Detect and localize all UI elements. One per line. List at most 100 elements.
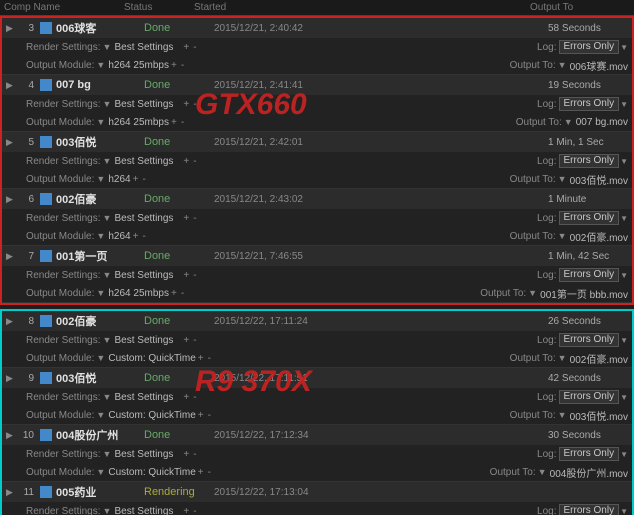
duration-7: 1 Min, 42 Sec <box>548 251 628 262</box>
item-row-4[interactable]: ▶ 4 007 bg Done 2015/12/21, 2:41:41 19 S… <box>2 75 632 95</box>
render-item-11: ▶ 11 005药业 Rendering 2015/12/22, 17:13:0… <box>2 482 632 515</box>
status-7: Done <box>144 250 214 262</box>
comp-name-7: 001第一页 <box>56 248 136 264</box>
settings-row-6b: Output Module: ▼ h264 + - Output To: ▼ 0… <box>2 227 632 245</box>
settings-row-3b: Output Module: ▼ h264 25mbps + - Output … <box>2 56 632 74</box>
om-value-4[interactable]: h264 25mbps <box>108 117 169 128</box>
status-10: Done <box>144 429 214 441</box>
settings-row-6a: Render Settings: ▼ Best Settings + - Log… <box>2 209 632 227</box>
timestamp-6: 2015/12/21, 2:43:02 <box>214 194 334 205</box>
duration-4: 19 Seconds <box>548 80 628 91</box>
log-value-11[interactable]: Errors Only <box>559 504 620 515</box>
settings-row-4a: Render Settings: ▼ Best Settings + - Log… <box>2 95 632 113</box>
item-row-10[interactable]: ▶ 10 004股份广州 Done 2015/12/22, 17:12:34 3… <box>2 425 632 445</box>
comp-name-11: 005药业 <box>56 484 136 500</box>
status-3: Done <box>144 22 214 34</box>
comp-name-3: 006球客 <box>56 20 136 36</box>
status-4: Done <box>144 79 214 91</box>
render-queue: Comp Name Status Started Output To ▶ 3 0… <box>0 0 634 515</box>
ot-value-4[interactable]: 007 bg.mov <box>576 117 628 128</box>
log-value-10[interactable]: Errors Only <box>559 447 620 461</box>
status-11: Rendering <box>144 486 214 498</box>
om-label-3: Output Module: <box>26 60 94 71</box>
col-output: Output To <box>530 2 630 13</box>
comp-name-10: 004股份广州 <box>56 427 136 443</box>
log-label-3: Log: <box>537 42 556 53</box>
item-row-6[interactable]: ▶ 6 002佰豪 Done 2015/12/21, 2:43:02 1 Min… <box>2 189 632 209</box>
log-value-6[interactable]: Errors Only <box>559 211 620 225</box>
item-row-5[interactable]: ▶ 5 003佰悦 Done 2015/12/21, 2:42:01 1 Min… <box>2 132 632 152</box>
ot-label-3: Output To: <box>510 60 556 71</box>
om-value-3[interactable]: h264 25mbps <box>108 60 169 71</box>
comp-name-6: 002佰豪 <box>56 191 136 207</box>
timestamp-7: 2015/12/21, 7:46:55 <box>214 251 334 262</box>
settings-row-5a: Render Settings: ▼ Best Settings + - Log… <box>2 152 632 170</box>
log-value-5[interactable]: Errors Only <box>559 154 620 168</box>
status-8: Done <box>144 315 214 327</box>
comp-name-5: 003佰悦 <box>56 134 136 150</box>
toggle-arrow-4[interactable]: ▶ <box>6 80 16 91</box>
render-item-3: ▶ 3 006球客 Done 2015/12/21, 2:40:42 58 Se… <box>2 18 632 75</box>
render-item-7: ▶ 7 001第一页 Done 2015/12/21, 7:46:55 1 Mi… <box>2 246 632 303</box>
settings-row-11a: Render Settings: ▼ Best Settings + - Log… <box>2 502 632 515</box>
log-value-7[interactable]: Errors Only <box>559 268 620 282</box>
duration-9: 42 Seconds <box>548 373 628 384</box>
settings-row-4b: Output Module: ▼ h264 25mbps + - Output … <box>2 113 632 131</box>
timestamp-10: 2015/12/22, 17:12:34 <box>214 430 334 441</box>
comp-name-8: 002佰豪 <box>56 313 136 329</box>
rs-value-3[interactable]: Best Settings <box>115 42 174 53</box>
color-box-4 <box>40 79 52 91</box>
om-arrow-3[interactable]: ▼ <box>96 60 106 70</box>
comp-name-4: 007 bg <box>56 79 136 91</box>
toggle-arrow-3[interactable]: ▶ <box>6 23 16 34</box>
timestamp-4: 2015/12/21, 2:41:41 <box>214 80 334 91</box>
render-item-10: ▶ 10 004股份广州 Done 2015/12/22, 17:12:34 3… <box>2 425 632 482</box>
settings-row-10b: Output Module: ▼ Custom: QuickTime + - O… <box>2 463 632 481</box>
settings-row-3a: Render Settings: ▼ Best Settings + - Log… <box>2 38 632 56</box>
timestamp-9: 2015/12/22, 17:11:51 <box>214 373 334 384</box>
duration-10: 30 Seconds <box>548 430 628 441</box>
rs-arrow-3[interactable]: ▼ <box>103 42 113 52</box>
status-5: Done <box>144 136 214 148</box>
render-item-5: ▶ 5 003佰悦 Done 2015/12/21, 2:42:01 1 Min… <box>2 132 632 189</box>
render-item-6: ▶ 6 002佰豪 Done 2015/12/21, 2:43:02 1 Min… <box>2 189 632 246</box>
settings-row-10a: Render Settings: ▼ Best Settings + - Log… <box>2 445 632 463</box>
item-row-7[interactable]: ▶ 7 001第一页 Done 2015/12/21, 7:46:55 1 Mi… <box>2 246 632 266</box>
row-num-3: 3 <box>18 23 34 34</box>
settings-row-8a: Render Settings: ▼ Best Settings + - Log… <box>2 331 632 349</box>
log-value-8[interactable]: Errors Only <box>559 333 620 347</box>
log-value-3[interactable]: Errors Only <box>559 40 620 54</box>
col-comp: Comp Name <box>4 2 124 13</box>
column-headers: Comp Name Status Started Output To <box>0 0 634 16</box>
log-value-9[interactable]: Errors Only <box>559 390 620 404</box>
r9-section: ▶ 8 002佰豪 Done 2015/12/22, 17:11:24 26 S… <box>0 309 634 515</box>
render-item-8: ▶ 8 002佰豪 Done 2015/12/22, 17:11:24 26 S… <box>2 311 632 368</box>
settings-row-9b: Output Module: ▼ Custom: QuickTime + - O… <box>2 406 632 424</box>
timestamp-8: 2015/12/22, 17:11:24 <box>214 316 334 327</box>
item-row-9[interactable]: ▶ 9 003佰悦 Done 2015/12/22, 17:11:51 42 S… <box>2 368 632 388</box>
col-status: Status <box>124 2 194 13</box>
timestamp-5: 2015/12/21, 2:42:01 <box>214 137 334 148</box>
status-9: Done <box>144 372 214 384</box>
log-value-4[interactable]: Errors Only <box>559 97 620 111</box>
comp-name-9: 003佰悦 <box>56 370 136 386</box>
settings-row-7a: Render Settings: ▼ Best Settings + - Log… <box>2 266 632 284</box>
item-row-3[interactable]: ▶ 3 006球客 Done 2015/12/21, 2:40:42 58 Se… <box>2 18 632 38</box>
gtx-section: ▶ 3 006球客 Done 2015/12/21, 2:40:42 58 Se… <box>0 16 634 305</box>
duration-5: 1 Min, 1 Sec <box>548 137 628 148</box>
render-item-4: ▶ 4 007 bg Done 2015/12/21, 2:41:41 19 S… <box>2 75 632 132</box>
render-item-9: ▶ 9 003佰悦 Done 2015/12/22, 17:11:51 42 S… <box>2 368 632 425</box>
item-row-11[interactable]: ▶ 11 005药业 Rendering 2015/12/22, 17:13:0… <box>2 482 632 502</box>
duration-8: 26 Seconds <box>548 316 628 327</box>
settings-row-9a: Render Settings: ▼ Best Settings + - Log… <box>2 388 632 406</box>
settings-row-5b: Output Module: ▼ h264 + - Output To: ▼ 0… <box>2 170 632 188</box>
rs-value-4[interactable]: Best Settings <box>115 99 174 110</box>
rs-label-3: Render Settings: <box>26 42 101 53</box>
status-6: Done <box>144 193 214 205</box>
col-started: Started <box>194 2 314 13</box>
row-num-4: 4 <box>18 80 34 91</box>
duration-6: 1 Minute <box>548 194 628 205</box>
ot-value-3[interactable]: 006球赛.mov <box>570 58 628 73</box>
timestamp-3: 2015/12/21, 2:40:42 <box>214 23 334 34</box>
item-row-8[interactable]: ▶ 8 002佰豪 Done 2015/12/22, 17:11:24 26 S… <box>2 311 632 331</box>
